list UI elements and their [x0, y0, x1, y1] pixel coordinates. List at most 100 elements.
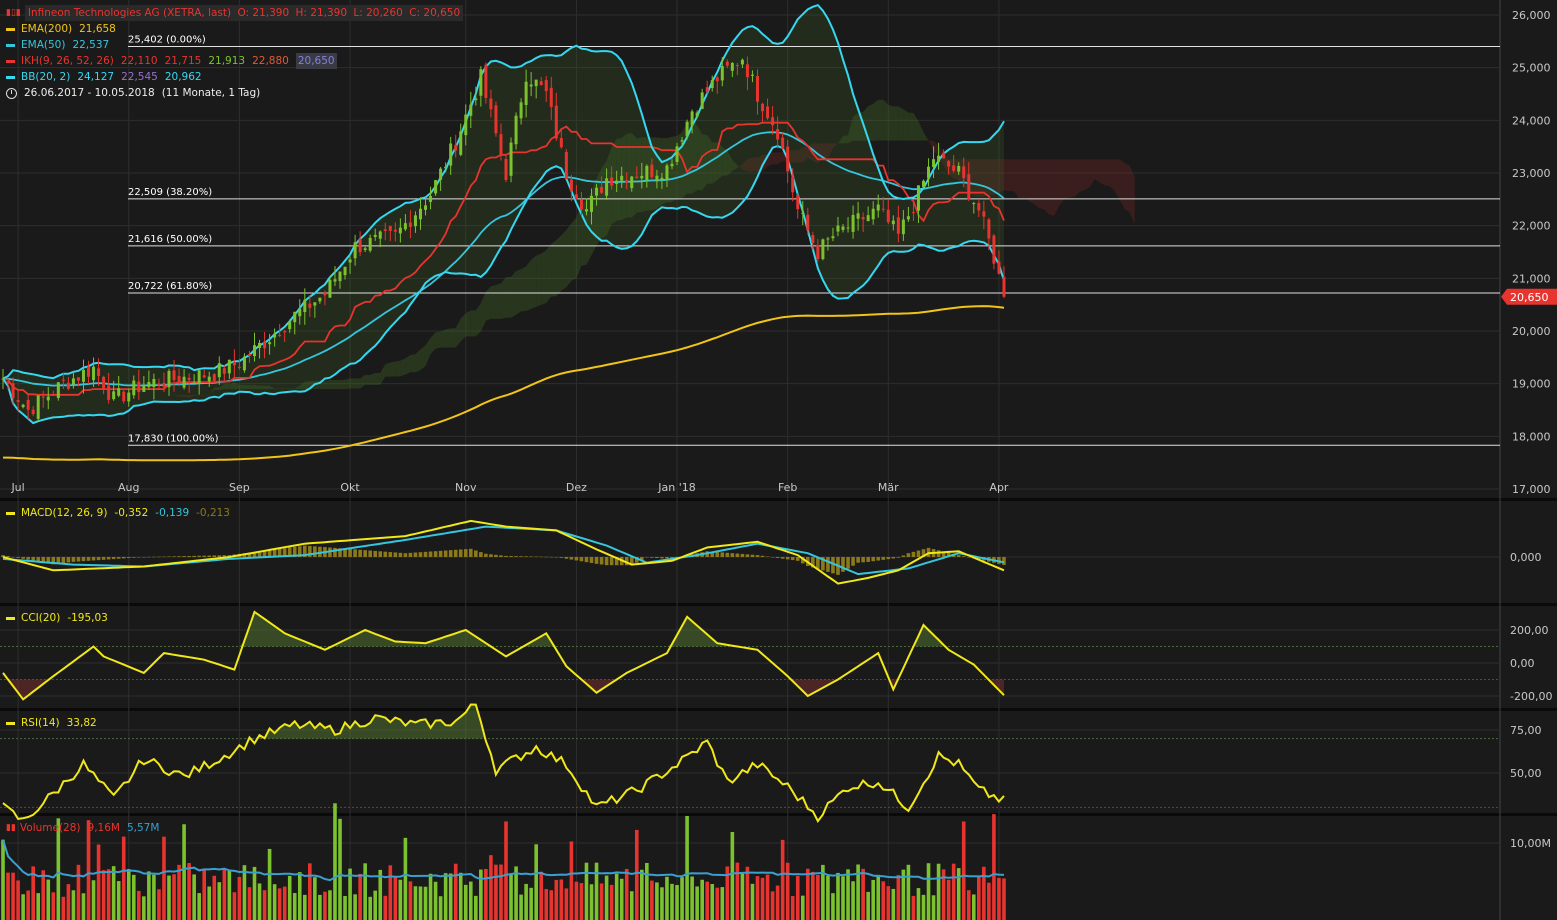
volume-bar	[936, 863, 941, 920]
candle-body	[76, 377, 80, 381]
macd-histogram-bar	[177, 556, 181, 557]
last-price-label: 20,650	[1510, 291, 1549, 304]
rsi-value: 33,82	[66, 717, 97, 729]
volume-legend[interactable]: ▮▮ Volume(28) 9,16M 5,57M	[6, 820, 159, 836]
candle-body	[348, 259, 352, 263]
legend-ema50[interactable]: EMA(50) 22,537	[6, 37, 463, 53]
volume-bar	[544, 889, 549, 920]
ichimoku-cloud-segment	[1069, 159, 1075, 198]
ichimoku-cloud-segment	[888, 104, 894, 141]
ikh-value-5: 20,650	[295, 53, 337, 69]
stock-chart[interactable]: 17,000 18,000 19,000 20,000 21,000 22,000 23,0…	[0, 0, 1557, 920]
volume-bar	[650, 880, 654, 920]
macd-histogram-bar	[111, 557, 116, 560]
legend-bb[interactable]: BB(20, 2) 24,127 22,545 20,962	[6, 69, 463, 85]
volume-bar	[640, 869, 644, 920]
candle-body	[303, 299, 307, 313]
panel-separator	[0, 603, 1557, 606]
candle-body	[539, 81, 543, 86]
ichimoku-cloud-segment	[903, 109, 909, 141]
volume-bar	[448, 873, 453, 920]
volume-bar	[453, 863, 458, 920]
volume-bar	[795, 875, 800, 920]
candle-body	[444, 166, 448, 169]
candle-body	[172, 370, 176, 381]
volume-bar	[106, 869, 111, 920]
candle-body	[952, 165, 956, 171]
candle-body	[6, 381, 10, 384]
candle-body	[127, 392, 131, 402]
macd-histogram-bar	[740, 553, 745, 557]
macd-histogram-bar	[16, 557, 20, 558]
low-value: L: 20,260	[353, 7, 403, 19]
volume-bar	[232, 892, 237, 920]
candle-body	[841, 226, 845, 230]
ichimoku-cloud-segment	[1009, 159, 1015, 192]
candle-body	[152, 378, 156, 387]
legend-range[interactable]: 26.06.2017 - 10.05.2018 (11 Monate, 1 Ta…	[6, 85, 463, 101]
candle-body	[373, 234, 377, 237]
macd-histogram-bar	[594, 557, 599, 564]
volume-bar	[931, 895, 936, 920]
candle-body	[177, 375, 181, 384]
ichimoku-cloud-segment	[345, 378, 351, 390]
volume-bar	[489, 855, 493, 920]
ichimoku-cloud-segment	[1094, 159, 1100, 183]
macd-histogram-bar	[886, 557, 891, 560]
volume-bar	[46, 879, 51, 920]
macd-histogram-bar	[1002, 557, 1006, 565]
candle-body	[740, 59, 744, 65]
candle-body	[197, 370, 201, 384]
volume-bar	[282, 886, 287, 920]
macd-histogram-bar	[11, 556, 15, 558]
ichimoku-cloud-segment	[495, 283, 501, 319]
macd-histogram-bar	[826, 557, 830, 572]
volume-bar	[906, 864, 911, 920]
volume-bar	[192, 874, 196, 920]
volume-bar	[368, 896, 372, 920]
volume-bar	[770, 891, 775, 920]
volume-bar	[695, 886, 699, 920]
candle-body	[434, 180, 438, 194]
volume-bar	[760, 877, 765, 920]
volume-bar	[428, 873, 433, 920]
macd-legend[interactable]: MACD(12, 26, 9) -0,352 -0,139 -0,213	[6, 505, 230, 521]
price-tick-label: 25,000	[1512, 62, 1551, 75]
candle-body	[846, 227, 850, 229]
legend-ema200[interactable]: EMA(200) 21,658	[6, 21, 463, 37]
candle-body	[429, 196, 433, 202]
candle-body	[122, 391, 126, 402]
macd-histogram-bar	[504, 555, 508, 557]
ichimoku-cloud-segment	[1064, 159, 1070, 200]
candle-body	[378, 231, 382, 239]
candle-body	[469, 104, 473, 116]
legend-ikh[interactable]: IKH(9, 26, 52, 26) 22,110 21,715 21,913 …	[6, 53, 463, 69]
candle-body	[97, 368, 101, 377]
candle-body	[665, 165, 669, 180]
volume-bar	[780, 839, 785, 920]
volume-bar	[71, 890, 76, 920]
volume-bar	[745, 866, 750, 920]
candle-body	[454, 144, 458, 151]
macd-histogram-bar	[730, 553, 735, 557]
macd-histogram-bar	[378, 551, 383, 557]
candle-body	[861, 217, 865, 220]
rsi-tick-label: 75,00	[1510, 724, 1542, 737]
macd-histogram-bar	[841, 557, 845, 572]
rsi-legend[interactable]: RSI(14) 33,82	[6, 715, 97, 731]
macd-histogram-bar	[91, 557, 96, 561]
x-tick-label: Jan '18	[657, 481, 695, 494]
candle-body	[182, 376, 186, 388]
macd-histogram-bar	[961, 556, 966, 557]
ichimoku-cloud-segment	[1029, 159, 1035, 204]
volume-bar	[388, 865, 393, 920]
ichimoku-cloud-segment	[365, 374, 371, 385]
candle-body	[645, 165, 649, 182]
candle-body	[559, 138, 563, 148]
volume-bar	[237, 876, 242, 920]
volume-bar	[131, 874, 136, 920]
macd-tick-label: 0,000	[1510, 551, 1542, 564]
cci-legend[interactable]: CCI(20) -195,03	[6, 610, 108, 626]
candle-body	[554, 105, 558, 139]
macd-histogram-bar	[755, 555, 760, 557]
